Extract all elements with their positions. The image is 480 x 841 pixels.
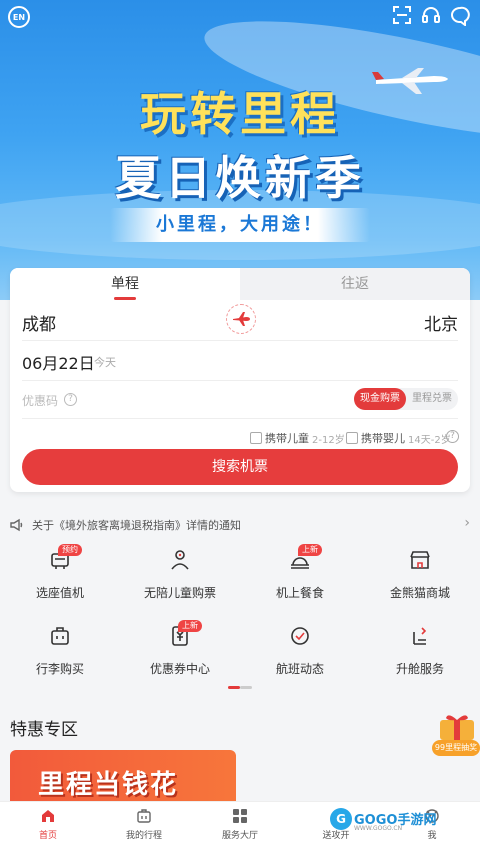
service-mall[interactable]: 金熊猫商城 (360, 544, 480, 604)
service-label: 行李购买 (35, 662, 84, 676)
swap-cities-icon[interactable] (226, 304, 256, 334)
child-passenger-checkbox[interactable]: 携带儿童 2-12岁 (250, 430, 345, 446)
notice-bar[interactable]: 关于《境外旅客离境退税指南》详情的通知 › (0, 512, 480, 536)
departure-city[interactable]: 成都 (22, 310, 56, 335)
infant-passenger-checkbox[interactable]: 携带婴儿 14天-2岁 (346, 430, 451, 446)
arrival-city[interactable]: 北京 (424, 310, 458, 335)
miles-redeem-option[interactable]: 里程兑票 (406, 388, 458, 410)
nav-label: 首页 (38, 831, 57, 841)
checkbox-box[interactable] (250, 432, 262, 444)
scan-icon[interactable] (393, 6, 411, 24)
message-icon[interactable] (450, 6, 470, 26)
flight-search-card: 单程 往返 成都 北京 06月22日 今天 优惠码 ? 现金购票 里程兑票 携带… (10, 268, 470, 492)
checkbox-box[interactable] (346, 432, 358, 444)
service-luggage[interactable]: 行李购买 (0, 620, 120, 680)
promo-banner[interactable]: EN 玩转里程 夏日焕新季 小里程，大用途！ (0, 0, 480, 300)
service-coupons[interactable]: 上新 优惠券中心 (120, 620, 240, 680)
page-dot-active (228, 686, 240, 689)
services-grid: 预约 选座值机 无陪儿童购票 上新 机上餐食 金熊猫商城 行李购买 上新 优惠券… (0, 544, 480, 684)
upgrade-icon (408, 624, 432, 648)
header-icon-row: EN (0, 4, 480, 28)
promo-code-field[interactable]: 优惠码 (22, 392, 58, 409)
trip-icon (136, 808, 152, 824)
promo-card-text: 里程当钱花 (38, 770, 179, 800)
infant-label: 携带婴儿 (361, 432, 405, 445)
help-icon[interactable]: ? (446, 430, 459, 443)
lottery-badge[interactable]: 99里程抽奖 (432, 740, 480, 756)
tab-round-trip[interactable]: 往返 (240, 268, 470, 300)
mall-icon (408, 548, 432, 572)
nav-label: 服务大厅 (221, 831, 258, 841)
service-label: 无陪儿童购票 (143, 586, 216, 600)
new-badge: 上新 (298, 544, 322, 556)
flight-status-icon (288, 624, 312, 648)
nav-my-trips[interactable]: 我的行程 (96, 802, 192, 841)
help-icon[interactable]: ? (64, 393, 77, 406)
cash-purchase-option[interactable]: 现金购票 (354, 388, 406, 410)
service-label: 选座值机 (35, 586, 84, 600)
tab-one-way[interactable]: 单程 (10, 268, 240, 300)
notice-text[interactable]: 关于《境外旅客离境退税指南》详情的通知 (32, 517, 241, 533)
date-note: 今天 (94, 356, 116, 369)
banner-subheadline: 夏日焕新季 (115, 151, 365, 205)
customer-service-icon[interactable] (421, 6, 441, 26)
service-upgrade[interactable]: 升舱服务 (360, 620, 480, 680)
luggage-icon (48, 624, 72, 648)
new-badge: 预约 (58, 544, 82, 556)
service-label: 优惠券中心 (149, 662, 210, 676)
speaker-icon (10, 517, 24, 532)
banner-slogan: 小里程，大用途！ (110, 208, 370, 242)
divider (22, 380, 458, 381)
service-label: 金熊猫商城 (389, 586, 450, 600)
new-badge: 上新 (178, 620, 202, 632)
banner-headline: 玩转里程 (140, 87, 340, 141)
child-age-range: 2-12岁 (312, 434, 345, 446)
service-label: 机上餐食 (275, 586, 324, 600)
payment-mode-toggle: 现金购票 里程兑票 (354, 388, 458, 410)
watermark-url: WWW.GOGO.CN (354, 825, 403, 832)
departure-date[interactable]: 06月22日 (22, 350, 95, 374)
watermark-logo: G (330, 808, 352, 830)
divider (22, 418, 458, 419)
service-label: 航班动态 (275, 662, 324, 676)
trip-type-tabs: 单程 往返 (10, 268, 470, 300)
nav-label: 我的行程 (125, 831, 162, 841)
grid-page-indicator (228, 686, 252, 689)
site-watermark: G GOGO手游网 WWW.GOGO.CN (330, 806, 448, 834)
service-unaccompanied-child[interactable]: 无陪儿童购票 (120, 544, 240, 604)
child-label: 携带儿童 (265, 432, 309, 445)
service-meal[interactable]: 上新 机上餐食 (240, 544, 360, 604)
language-icon[interactable]: EN (8, 6, 30, 28)
search-flights-button[interactable]: 搜索机票 (22, 449, 458, 485)
service-label: 升舱服务 (395, 662, 444, 676)
services-icon (232, 808, 248, 824)
nav-service-hall[interactable]: 服务大厅 (192, 802, 288, 841)
chevron-right-icon: › (464, 515, 470, 531)
home-icon (40, 808, 56, 824)
section-title: 特惠专区 (10, 720, 78, 740)
divider (22, 340, 458, 341)
service-flight-status[interactable]: 航班动态 (240, 620, 360, 680)
page-dot (240, 686, 252, 689)
infant-age-range: 14天-2岁 (408, 434, 451, 446)
nav-home[interactable]: 首页 (0, 802, 96, 841)
service-seat-checkin[interactable]: 预约 选座值机 (0, 544, 120, 604)
unaccompanied-child-icon (168, 548, 192, 572)
